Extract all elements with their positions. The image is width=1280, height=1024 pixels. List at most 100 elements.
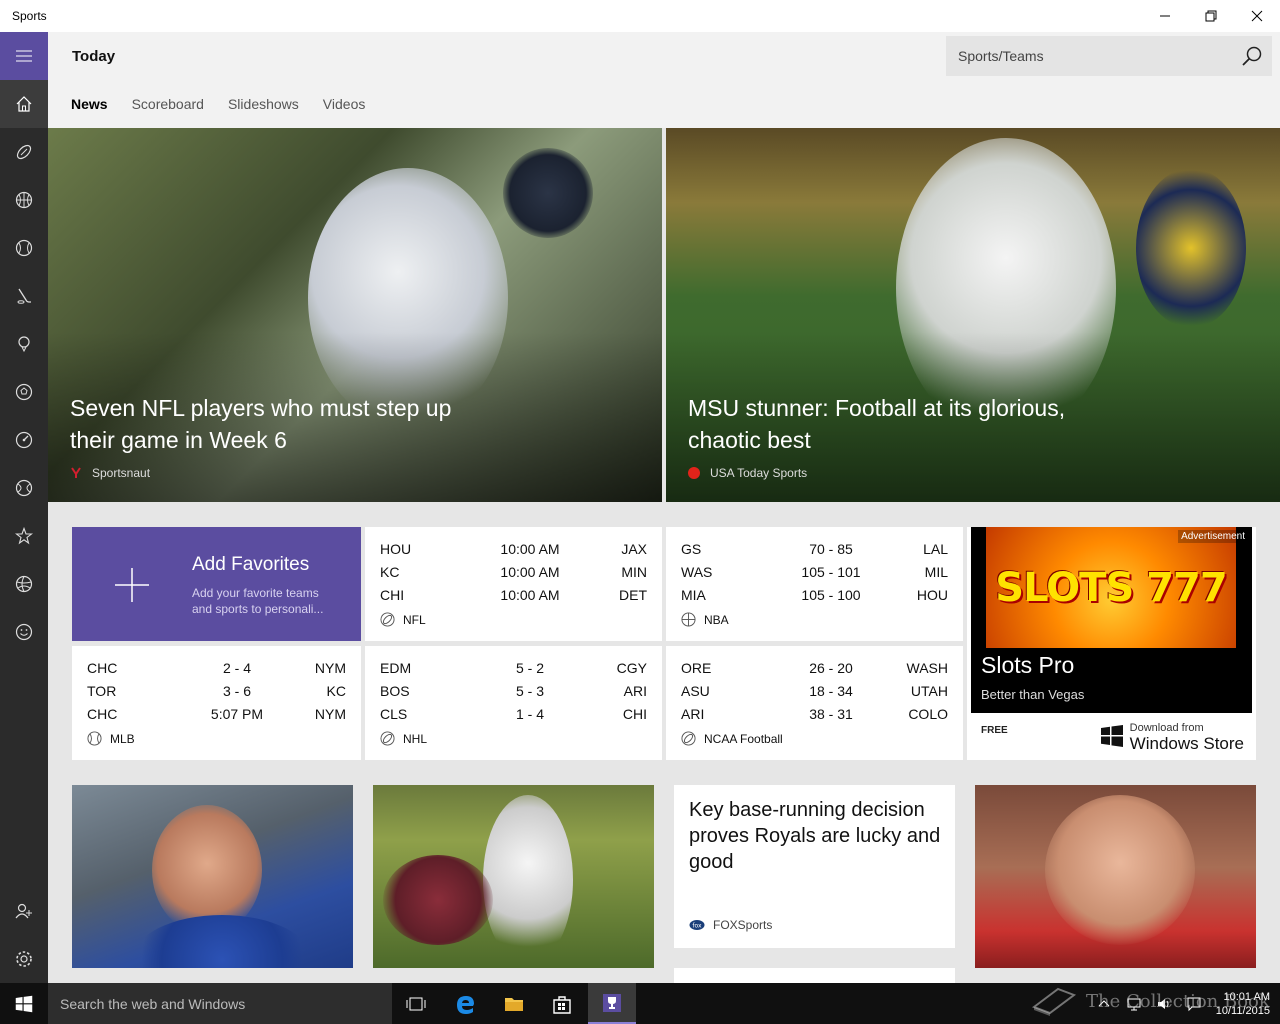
nav-nba[interactable] [0, 176, 48, 224]
nav-golf[interactable] [0, 320, 48, 368]
nav-fantasy[interactable] [0, 608, 48, 656]
ad-image: SLOTS 777 [986, 527, 1236, 648]
store-button[interactable] [538, 983, 586, 1024]
nav-soccer[interactable] [0, 368, 48, 416]
team-away: CHI [622, 706, 647, 722]
article-tile-alabama[interactable] [373, 785, 654, 968]
game-status: 10:00 AM [500, 564, 560, 580]
search-icon [1242, 46, 1262, 66]
tab-slideshows[interactable]: Slideshows [228, 96, 299, 112]
racing-icon [15, 431, 33, 449]
start-button[interactable] [0, 983, 48, 1024]
jersey-graphic [132, 915, 312, 968]
scores-tile-nba[interactable]: GS 70 - 85 LAL WAS 105 - 101 MIL MIA 105 - 10… [666, 527, 963, 641]
team-home: ARI [681, 706, 705, 722]
article-image [483, 795, 573, 965]
team-away: MIL [924, 564, 948, 580]
article-tile-royals[interactable]: Key base-running decision proves Royals … [674, 785, 955, 948]
game-status: 10:00 AM [500, 541, 560, 557]
score-row: MIA 105 - 100 HOU [681, 587, 948, 610]
score-row: BOS 5 - 3 ARI [380, 683, 647, 706]
task-view-button[interactable] [392, 983, 440, 1024]
sportsnaut-logo-icon [71, 467, 81, 478]
ad-tagline: Better than Vegas [981, 687, 1085, 702]
nav-mlb[interactable] [0, 224, 48, 272]
windows-store-badge[interactable]: Download from Windows Store [1100, 721, 1244, 752]
article-tile-partial[interactable] [674, 968, 955, 983]
hamburger-menu-button[interactable] [0, 32, 48, 80]
hero-headline-1: Seven NFL players who must step up their… [70, 395, 452, 453]
league-name: NFL [403, 612, 426, 627]
article-headline: Key base-running decision proves Royals … [689, 799, 941, 873]
app-title: Sports [12, 9, 47, 23]
nav-nfl[interactable] [0, 128, 48, 176]
scores-tile-ncaa[interactable]: ORE 26 - 20 WASH ASU 18 - 34 UTAH ARI 38 - 31… [666, 646, 963, 760]
foxsports-logo-icon: fox [689, 920, 705, 930]
basketball-icon [681, 612, 696, 627]
nav-tennis[interactable] [0, 464, 48, 512]
tab-news[interactable]: News [71, 96, 108, 112]
store-icon [553, 995, 571, 1014]
team-home: BOS [380, 683, 410, 699]
hero-story-1[interactable]: Seven NFL players who must step up their… [48, 128, 662, 502]
store-text: Download from Windows Store [1130, 721, 1244, 752]
nav-volleyball[interactable] [0, 560, 48, 608]
team-home: CHC [87, 706, 118, 722]
add-favorites-tile[interactable]: Add Favorites Add your favorite teams an… [72, 527, 361, 641]
edge-button[interactable] [442, 983, 490, 1024]
nav-nhl[interactable] [0, 272, 48, 320]
close-button[interactable] [1234, 0, 1280, 32]
opponent-graphic [1136, 168, 1246, 328]
article-tile-coach[interactable] [975, 785, 1256, 968]
hero-source-1: Sportsnaut [70, 466, 150, 480]
minimize-button[interactable] [1142, 0, 1188, 32]
ad-banner: SLOTS 777 Advertisement Slots Pro Better… [971, 527, 1252, 713]
scores-tile-mlb[interactable]: CHC 2 - 4 NYM TOR 3 - 6 KC CHC 5:07 PM NYM MLB [72, 646, 361, 760]
team-away: JAX [621, 541, 647, 557]
article-source-name: FOXSports [713, 918, 773, 932]
score-row: HOU 10:00 AM JAX [380, 541, 647, 564]
advertisement-tile[interactable]: SLOTS 777 Advertisement Slots Pro Better… [967, 527, 1256, 760]
restore-button[interactable] [1188, 0, 1234, 32]
league-label: NCAA Football [681, 731, 783, 746]
score-row: CLS 1 - 4 CHI [380, 706, 647, 729]
score-row: KC 10:00 AM MIN [380, 564, 647, 587]
team-home: HOU [380, 541, 412, 557]
sports-app-button[interactable] [588, 983, 636, 1024]
header: Today News Scoreboard Slideshows Videos [48, 32, 1280, 128]
baseball-icon [15, 239, 33, 257]
team-away: WASH [906, 660, 948, 676]
baseball-icon [87, 731, 102, 746]
file-explorer-button[interactable] [490, 983, 538, 1024]
watermark: The Collection Book [1030, 983, 1270, 1019]
team-away: DET [619, 587, 647, 603]
restore-icon [1205, 10, 1217, 22]
team-away: COLO [908, 706, 948, 722]
taskbar-search [48, 983, 392, 1024]
game-status: 3 - 6 [222, 683, 251, 699]
team-away: NYM [314, 706, 346, 722]
search-input[interactable] [946, 48, 1232, 64]
search-box [946, 36, 1272, 76]
hockey-icon [380, 731, 395, 746]
nav-settings[interactable] [0, 935, 48, 983]
scores-tile-nfl[interactable]: HOU 10:00 AM JAX KC 10:00 AM MIN CHI 10:00 AM… [365, 527, 662, 641]
nav-racing[interactable] [0, 416, 48, 464]
game-status: 2 - 4 [222, 660, 251, 676]
tab-scoreboard[interactable]: Scoreboard [132, 96, 204, 112]
league-name: NCAA Football [704, 731, 783, 746]
nav-favorites[interactable] [0, 512, 48, 560]
league-name: NHL [403, 731, 428, 746]
nav-home[interactable] [0, 80, 48, 128]
article-tile-mets[interactable] [72, 785, 353, 968]
team-home: ASU [681, 683, 710, 699]
hero-story-2[interactable]: MSU stunner: Football at its glorious, c… [666, 128, 1280, 502]
team-home: TOR [87, 683, 117, 699]
tab-videos[interactable]: Videos [323, 96, 366, 112]
scores-tile-nhl[interactable]: EDM 5 - 2 CGY BOS 5 - 3 ARI CLS 1 - 4 CHI NHL [365, 646, 662, 760]
trophy-icon [603, 993, 621, 1012]
search-button[interactable] [1232, 36, 1272, 76]
nav-account[interactable] [0, 887, 48, 935]
usa-today-logo-icon [688, 467, 700, 479]
taskbar-search-input[interactable] [48, 995, 392, 1012]
